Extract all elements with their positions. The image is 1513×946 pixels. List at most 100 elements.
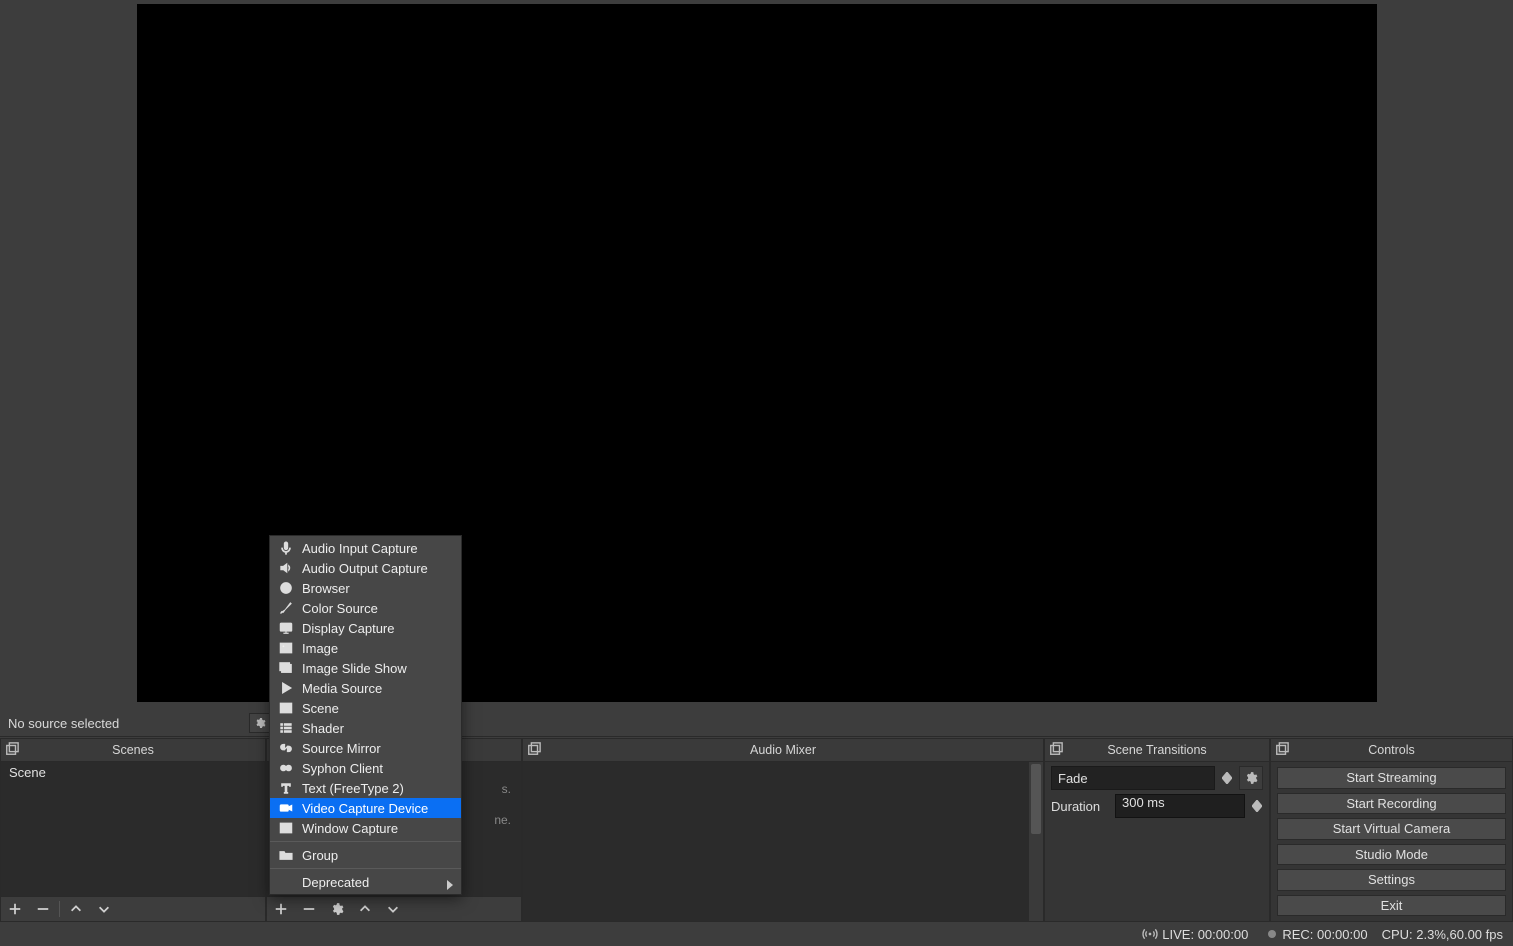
menu-item-browser[interactable]: Browser: [270, 578, 461, 598]
menu-item-label: Image: [302, 641, 338, 656]
remove-scene-button[interactable]: [29, 897, 57, 921]
menu-item-color-source[interactable]: Color Source: [270, 598, 461, 618]
start-virtual-camera-button[interactable]: Start Virtual Camera: [1277, 818, 1506, 840]
brush-icon: [278, 600, 294, 616]
source-up-button[interactable]: [351, 897, 379, 921]
scenes-list[interactable]: Scene: [1, 762, 265, 896]
menu-item-label: Scene: [302, 701, 339, 716]
exit-button[interactable]: Exit: [1277, 895, 1506, 917]
menu-item-text-freetype-2-[interactable]: Text (FreeType 2): [270, 778, 461, 798]
scene-item[interactable]: Scene: [1, 762, 265, 783]
scenes-title: Scenes: [1, 743, 265, 757]
add-scene-button[interactable]: [1, 897, 29, 921]
menu-item-group[interactable]: Group: [270, 845, 461, 865]
start-streaming-button[interactable]: Start Streaming: [1277, 767, 1506, 789]
studio-mode-button[interactable]: Studio Mode: [1277, 844, 1506, 866]
duration-input[interactable]: 300 ms: [1115, 794, 1245, 818]
popout-icon: [5, 742, 19, 756]
duration-label: Duration: [1051, 799, 1109, 814]
menu-item-label: Audio Output Capture: [302, 561, 428, 576]
menu-item-label: Group: [302, 848, 338, 863]
menu-item-image-slide-show[interactable]: Image Slide Show: [270, 658, 461, 678]
no-source-label: No source selected: [0, 716, 119, 731]
mixer-header[interactable]: Audio Mixer: [523, 739, 1043, 762]
menu-item-label: Media Source: [302, 681, 382, 696]
menu-item-label: Video Capture Device: [302, 801, 428, 816]
mixer-body: [523, 762, 1043, 921]
transitions-dock: Scene Transitions Fade Duration 300 ms: [1044, 738, 1270, 922]
status-rec-text: REC: 00:00:00: [1282, 927, 1367, 942]
sources-footer: [267, 896, 521, 921]
transitions-body: Fade Duration 300 ms: [1045, 762, 1269, 921]
menu-item-video-capture-device[interactable]: Video Capture Device: [270, 798, 461, 818]
mixer-scrollbar[interactable]: [1029, 762, 1043, 921]
menu-item-media-source[interactable]: Media Source: [270, 678, 461, 698]
menu-separator: [270, 868, 461, 869]
menu-item-source-mirror[interactable]: Source Mirror: [270, 738, 461, 758]
status-live-text: LIVE: 00:00:00: [1162, 927, 1248, 942]
blank-icon: [278, 874, 294, 890]
scroll-thumb[interactable]: [1031, 764, 1041, 834]
menu-item-label: Audio Input Capture: [302, 541, 418, 556]
source-settings-button[interactable]: [323, 897, 351, 921]
menu-item-label: Window Capture: [302, 821, 398, 836]
menu-item-label: Browser: [302, 581, 350, 596]
remove-source-button[interactable]: [295, 897, 323, 921]
menu-item-deprecated[interactable]: Deprecated: [270, 872, 461, 892]
menu-item-image[interactable]: Image: [270, 638, 461, 658]
controls-dock: Controls Start Streaming Start Recording…: [1270, 738, 1513, 922]
duration-stepper[interactable]: [1251, 800, 1263, 812]
camera-icon: [278, 800, 294, 816]
play-icon: [278, 680, 294, 696]
status-live: LIVE: 00:00:00: [1142, 926, 1248, 942]
record-dot-icon: [1268, 930, 1276, 938]
scene-down-button[interactable]: [90, 897, 118, 921]
image-icon: [278, 640, 294, 656]
menu-item-label: Syphon Client: [302, 761, 383, 776]
gear-icon: [254, 717, 266, 729]
window-icon: [278, 820, 294, 836]
status-bar: LIVE: 00:00:00 REC: 00:00:00 CPU: 2.3%,6…: [0, 922, 1513, 946]
status-cpu-text: CPU: 2.3%,60.00 fps: [1382, 927, 1503, 942]
slides-icon: [278, 660, 294, 676]
transition-stepper[interactable]: [1221, 772, 1233, 784]
menu-item-shader[interactable]: Shader: [270, 718, 461, 738]
dock-row: Scenes Scene Sources s. ne.: [0, 738, 1513, 922]
menu-item-label: Text (FreeType 2): [302, 781, 404, 796]
menu-item-audio-input-capture[interactable]: Audio Input Capture: [270, 538, 461, 558]
menu-item-scene[interactable]: Scene: [270, 698, 461, 718]
duration-value: 300 ms: [1122, 795, 1165, 810]
scenes-header[interactable]: Scenes: [1, 739, 265, 762]
menu-item-display-capture[interactable]: Display Capture: [270, 618, 461, 638]
list-icon: [278, 720, 294, 736]
menu-item-label: Source Mirror: [302, 741, 381, 756]
menu-item-window-capture[interactable]: Window Capture: [270, 818, 461, 838]
scenes-dock: Scenes Scene: [0, 738, 266, 922]
menu-item-label: Deprecated: [302, 875, 369, 890]
source-down-button[interactable]: [379, 897, 407, 921]
link-icon: [278, 740, 294, 756]
transitions-header[interactable]: Scene Transitions: [1045, 739, 1269, 762]
display-icon: [278, 620, 294, 636]
scenes-footer: [1, 896, 265, 921]
transition-select[interactable]: Fade: [1051, 766, 1215, 790]
audio-mixer-dock: Audio Mixer: [522, 738, 1044, 922]
add-source-button[interactable]: [267, 897, 295, 921]
menu-item-audio-output-capture[interactable]: Audio Output Capture: [270, 558, 461, 578]
gear-icon: [1244, 771, 1258, 785]
settings-button[interactable]: Settings: [1277, 869, 1506, 891]
menu-item-syphon-client[interactable]: Syphon Client: [270, 758, 461, 778]
popout-icon: [1049, 742, 1063, 756]
separator: [59, 901, 60, 917]
mic-icon: [278, 540, 294, 556]
start-recording-button[interactable]: Start Recording: [1277, 793, 1506, 815]
add-source-menu[interactable]: Audio Input Capture Audio Output Capture B…: [269, 535, 462, 895]
menu-item-label: Shader: [302, 721, 344, 736]
scene-up-button[interactable]: [62, 897, 90, 921]
transition-settings-button[interactable]: [1239, 766, 1263, 790]
syphon-icon: [278, 760, 294, 776]
sources-empty-hint: s. ne.: [494, 782, 511, 829]
controls-header[interactable]: Controls: [1271, 739, 1512, 762]
mixer-title: Audio Mixer: [523, 743, 1043, 757]
speaker-icon: [278, 560, 294, 576]
